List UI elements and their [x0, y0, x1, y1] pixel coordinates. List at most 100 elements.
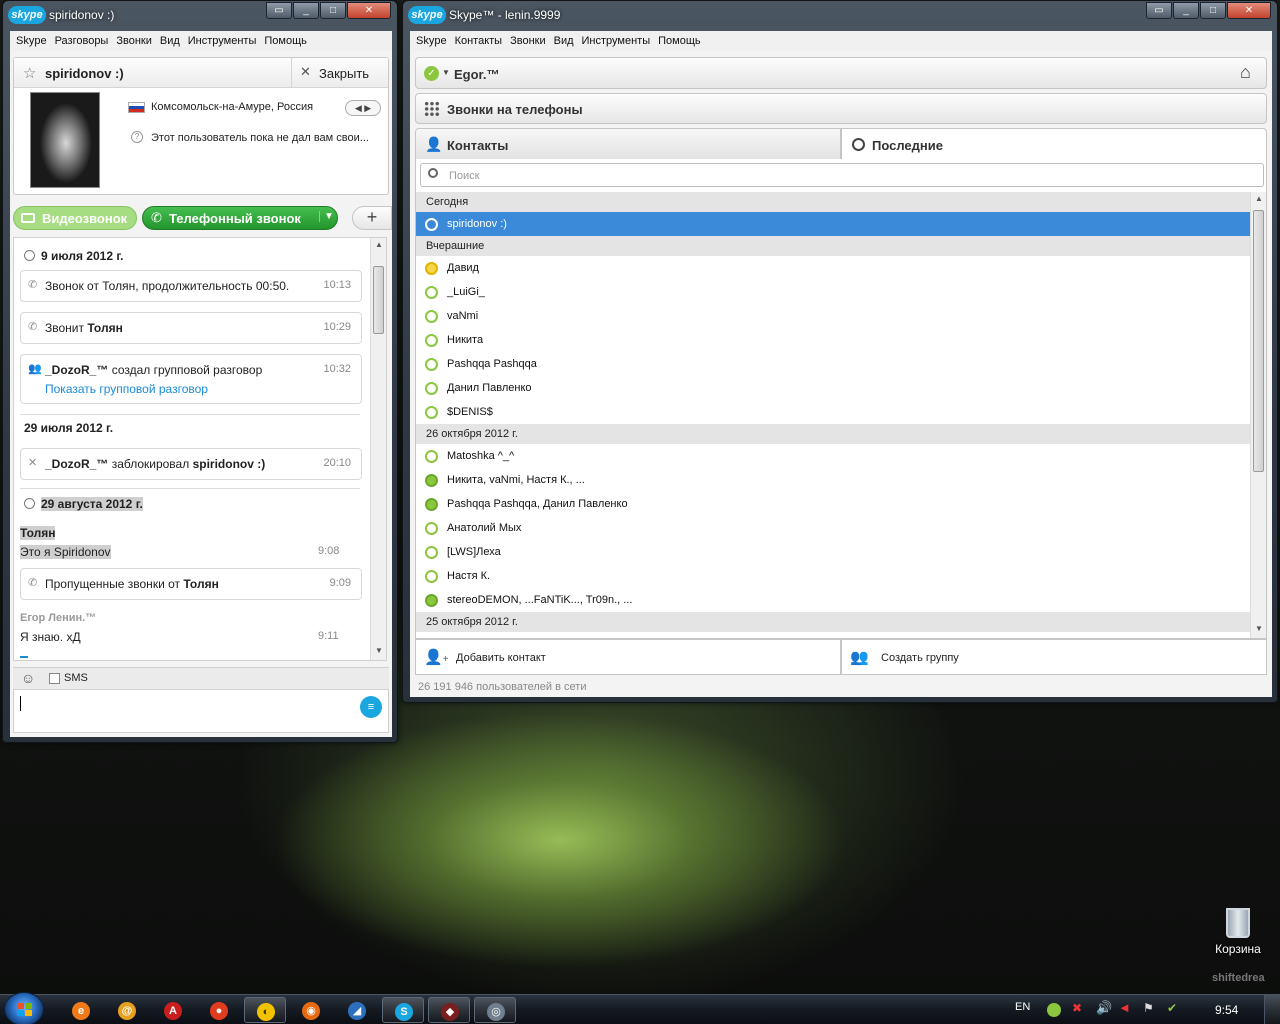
- send-message-icon[interactable]: ≡: [360, 696, 382, 718]
- favorite-star-icon[interactable]: ☆: [23, 64, 36, 82]
- close-window-button[interactable]: ✕: [347, 2, 391, 19]
- taskbar-firefox-icon[interactable]: ◉: [290, 997, 332, 1023]
- taskbar-app-icon[interactable]: e: [60, 997, 102, 1023]
- list-item[interactable]: Pashqqa Pashqqa, Данил Павленко: [416, 492, 1250, 516]
- list-item-selected[interactable]: spiridonov :): [416, 212, 1250, 236]
- list-scrollbar[interactable]: ▲ ▼: [1250, 192, 1266, 638]
- list-item[interactable]: Никита: [416, 328, 1250, 352]
- list-item[interactable]: stereoDEMON, ...FaNTiK..., Tr09n., ...: [416, 588, 1250, 612]
- list-item[interactable]: Pashqqa Pashqqa: [416, 352, 1250, 376]
- show-desktop-button[interactable]: [1264, 995, 1280, 1024]
- menu-skype[interactable]: Skype: [12, 35, 51, 47]
- language-indicator[interactable]: EN: [1015, 1001, 1030, 1013]
- taskbar-app-icon[interactable]: ●: [198, 997, 240, 1023]
- scroll-up-icon[interactable]: ▲: [1255, 194, 1263, 203]
- message-text: Это я Spiridonov: [20, 545, 111, 559]
- start-button[interactable]: [4, 992, 44, 1024]
- list-item[interactable]: Настя К.: [416, 564, 1250, 588]
- menu-conversations[interactable]: Разговоры: [51, 35, 113, 47]
- taskbar-app-icon[interactable]: ◢: [336, 997, 378, 1023]
- video-call-button[interactable]: Видеозвонок: [13, 206, 137, 230]
- message-input[interactable]: ≡: [13, 689, 389, 733]
- device-tray-icon[interactable]: ✔: [1167, 1001, 1177, 1015]
- menu-view[interactable]: Вид: [550, 35, 578, 47]
- search-box[interactable]: Поиск: [420, 163, 1264, 187]
- taskbar-app-icon[interactable]: @: [106, 997, 148, 1023]
- main-window[interactable]: skype Skype™ - lenin.9999 ▭ _ □ ✕ Skype …: [402, 0, 1278, 703]
- taskbar-skype-icon[interactable]: S: [382, 997, 424, 1023]
- add-people-button[interactable]: +: [352, 206, 392, 230]
- add-contact-button[interactable]: 👤+ Добавить контакт: [415, 639, 841, 675]
- minimize-button[interactable]: _: [1173, 2, 1199, 19]
- scroll-up-icon[interactable]: ▲: [375, 240, 383, 249]
- taskbar-app-icon[interactable]: ◐: [244, 997, 286, 1023]
- list-item[interactable]: Анатолий Мых: [416, 516, 1250, 540]
- menu-help[interactable]: Помощь: [260, 35, 311, 47]
- close-window-button[interactable]: ✕: [1227, 2, 1271, 19]
- flag-tray-icon[interactable]: ⚑: [1143, 1001, 1154, 1015]
- list-item[interactable]: Давид: [416, 256, 1250, 280]
- chat-scroll-thumb[interactable]: [373, 266, 384, 334]
- online-users-status: 26 191 946 пользователей в сети: [418, 681, 587, 693]
- minimize-button[interactable]: _: [293, 2, 319, 19]
- menu-calls[interactable]: Звонки: [112, 35, 156, 47]
- taskbar-app-icon[interactable]: ◆: [428, 997, 470, 1023]
- maximize-button[interactable]: □: [320, 2, 346, 19]
- chat-titlebar[interactable]: skype spiridonov :) ▭ _ □ ✕: [3, 1, 397, 29]
- online-status-icon[interactable]: ✓: [424, 66, 439, 81]
- list-scroll-thumb[interactable]: [1253, 210, 1264, 472]
- menu-tools[interactable]: Инструменты: [578, 35, 655, 47]
- main-titlebar[interactable]: skype Skype™ - lenin.9999 ▭ _ □ ✕: [403, 1, 1277, 29]
- profile-nav[interactable]: ◀ ▶: [345, 100, 381, 116]
- group-chat-icon: [425, 498, 438, 511]
- clock[interactable]: 9:54: [1215, 1003, 1238, 1017]
- phone-call-button[interactable]: ✆ Телефонный звонок ▼: [142, 206, 338, 230]
- prev-arrow-icon[interactable]: ◀: [355, 103, 362, 113]
- menu-skype[interactable]: Skype: [412, 35, 451, 47]
- list-item[interactable]: Никита, vaNmi, Настя К., ...: [416, 468, 1250, 492]
- phone-dropdown-icon[interactable]: ▼: [319, 211, 334, 222]
- list-item[interactable]: $DENIS$: [416, 400, 1250, 424]
- menu-contacts[interactable]: Контакты: [451, 35, 507, 47]
- scroll-down-icon[interactable]: ▼: [375, 646, 383, 655]
- sms-checkbox[interactable]: [49, 673, 60, 684]
- list-item[interactable]: Данил Павленко: [416, 376, 1250, 400]
- online-status-icon: [425, 358, 438, 371]
- menu-tools[interactable]: Инструменты: [184, 35, 261, 47]
- home-icon[interactable]: ⌂: [1240, 62, 1251, 83]
- taskbar-app-icon[interactable]: A: [152, 997, 194, 1023]
- status-dropdown-icon[interactable]: ▼: [442, 68, 450, 77]
- next-arrow-icon[interactable]: ▶: [364, 103, 371, 113]
- chat-window[interactable]: skype spiridonov :) ▭ _ □ ✕ Skype Разгов…: [2, 0, 398, 743]
- user-status-bar[interactable]: ✓ ▼ Egor.™ ⌂: [415, 57, 1267, 89]
- volume-tray-icon[interactable]: 🔊: [1096, 1000, 1112, 1016]
- tab-recent[interactable]: Последние: [841, 128, 1267, 160]
- network-tray-icon[interactable]: ✖: [1072, 1001, 1082, 1015]
- restore-icon[interactable]: ▭: [266, 2, 292, 19]
- phone-calls-bar[interactable]: Звонки на телефоны: [415, 93, 1267, 124]
- emoticon-icon[interactable]: ☺: [21, 670, 35, 686]
- list-item[interactable]: _LuiGi_: [416, 280, 1250, 304]
- contact-mood: Этот пользователь пока не дал вам свои..…: [151, 132, 369, 144]
- video-camera-icon: [21, 213, 35, 223]
- list-item[interactable]: [LWS]Леха: [416, 540, 1250, 564]
- alert-tray-icon[interactable]: ◄: [1118, 1000, 1131, 1015]
- maximize-button[interactable]: □: [1200, 2, 1226, 19]
- menu-help[interactable]: Помощь: [654, 35, 705, 47]
- chat-scrollbar[interactable]: ▲ ▼: [370, 238, 386, 660]
- taskbar-app-icon[interactable]: ◎: [474, 997, 516, 1023]
- menu-view[interactable]: Вид: [156, 35, 184, 47]
- create-group-button[interactable]: 👥 Создать группу: [841, 639, 1267, 675]
- recycle-bin[interactable]: Корзина: [1206, 906, 1270, 962]
- show-group-link[interactable]: Показать групповой разговор: [45, 382, 208, 396]
- menu-calls[interactable]: Звонки: [506, 35, 550, 47]
- close-conversation-button[interactable]: ✕ Закрыть: [291, 58, 388, 87]
- skype-tray-icon[interactable]: [1047, 1003, 1061, 1017]
- recent-list[interactable]: Сегодня spiridonov :) Вчерашние Давид _L…: [416, 192, 1266, 638]
- list-item[interactable]: vaNmi: [416, 304, 1250, 328]
- chat-history[interactable]: 9 июля 2012 г. ✆ Звонок от Толян, продол…: [13, 237, 387, 661]
- restore-icon[interactable]: ▭: [1146, 2, 1172, 19]
- scroll-down-icon[interactable]: ▼: [1255, 624, 1263, 633]
- tab-contacts[interactable]: 👤 Контакты: [415, 128, 841, 160]
- list-item[interactable]: Matoshka ^_^: [416, 444, 1250, 468]
